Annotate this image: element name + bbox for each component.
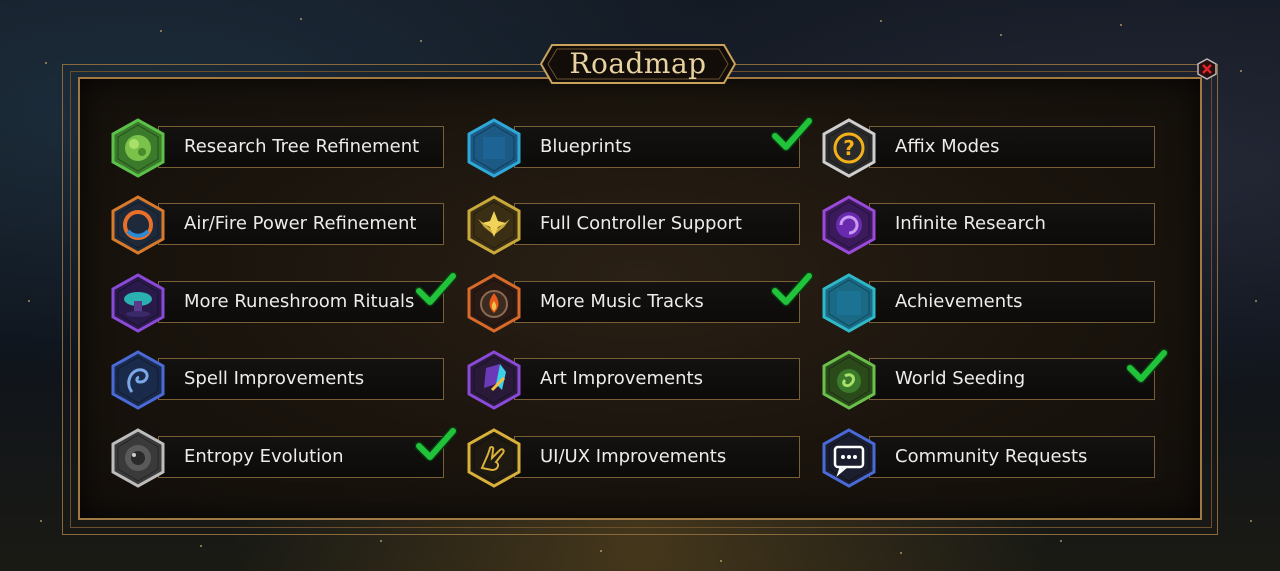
roadmap-item-label: More Music Tracks: [540, 291, 704, 312]
background-star: [160, 30, 162, 32]
roadmap-item[interactable]: Air/Fire Power Refinement: [110, 195, 450, 255]
background-star: [45, 62, 47, 64]
roadmap-item-label: Full Controller Support: [540, 213, 742, 234]
fire-ring-icon: [111, 195, 165, 255]
roadmap-item-label: World Seeding: [895, 368, 1026, 389]
roadmap-item-label: Blueprints: [540, 136, 632, 157]
svg-text:?: ?: [843, 136, 855, 160]
roadmap-screen: Roadmap Research Tree Refinement Blueprin…: [0, 0, 1280, 571]
roadmap-item[interactable]: Spell Improvements: [110, 350, 450, 410]
roadmap-item-label: UI/UX Improvements: [540, 446, 727, 467]
background-star: [380, 540, 382, 542]
hand-icon: [467, 428, 521, 488]
purple-vortex-icon: [822, 195, 876, 255]
roadmap-item[interactable]: Infinite Research: [821, 195, 1161, 255]
roadmap-item[interactable]: Art Improvements: [466, 350, 806, 410]
background-star: [420, 40, 422, 42]
background-star: [28, 300, 30, 302]
world-seed-icon: [822, 350, 876, 410]
roadmap-item-label: Art Improvements: [540, 368, 703, 389]
chat-bubble-icon: [822, 428, 876, 488]
background-star: [1255, 300, 1257, 302]
checkmark-icon: [1126, 348, 1168, 384]
background-star: [600, 550, 602, 552]
blueprint-icon: [467, 118, 521, 178]
background-star: [720, 560, 722, 562]
roadmap-item-label: Spell Improvements: [184, 368, 365, 389]
roadmap-item[interactable]: More Music Tracks: [466, 271, 813, 333]
roadmap-item-label: Infinite Research: [895, 213, 1046, 234]
background-star: [1240, 70, 1242, 72]
roadmap-item[interactable]: Full Controller Support: [466, 195, 806, 255]
roadmap-item[interactable]: ? Affix Modes: [821, 118, 1161, 178]
background-star: [40, 520, 42, 522]
roadmap-item[interactable]: World Seeding: [821, 348, 1168, 410]
page-title: Roadmap: [569, 47, 707, 80]
spiral-spell-icon: [111, 350, 165, 410]
flame-gear-icon: [467, 273, 521, 333]
checkmark-icon: [415, 426, 457, 462]
close-icon: [1197, 58, 1217, 80]
runeshroom-icon: [111, 273, 165, 333]
title-banner: Roadmap: [540, 44, 736, 84]
roadmap-item[interactable]: More Runeshroom Rituals: [110, 271, 457, 333]
entropy-icon: [111, 428, 165, 488]
roadmap-item-label: Research Tree Refinement: [184, 136, 420, 157]
green-seed-icon: [111, 118, 165, 178]
question-mark-icon: ?: [822, 118, 876, 178]
roadmap-item[interactable]: Achievements: [821, 273, 1161, 333]
roadmap-item-label: Air/Fire Power Refinement: [184, 213, 417, 234]
roadmap-item-label: Community Requests: [895, 446, 1088, 467]
background-star: [1250, 520, 1252, 522]
background-star: [1000, 34, 1002, 36]
roadmap-item-label: Achievements: [895, 291, 1023, 312]
checkmark-icon: [771, 116, 813, 152]
background-star: [200, 545, 202, 547]
background-star: [900, 552, 902, 554]
roadmap-item[interactable]: Blueprints: [466, 116, 813, 178]
achievement-icon: [822, 273, 876, 333]
roadmap-item[interactable]: Community Requests: [821, 428, 1161, 488]
background-star: [1060, 540, 1062, 542]
roadmap-item-label: Affix Modes: [895, 136, 1000, 157]
golden-wings-icon: [467, 195, 521, 255]
roadmap-item-label: Entropy Evolution: [184, 446, 344, 467]
background-star: [880, 20, 882, 22]
background-star: [1120, 24, 1122, 26]
background-star: [300, 18, 302, 20]
roadmap-item[interactable]: Entropy Evolution: [110, 426, 457, 488]
close-button[interactable]: [1196, 58, 1218, 80]
roadmap-item[interactable]: UI/UX Improvements: [466, 428, 806, 488]
checkmark-icon: [415, 271, 457, 307]
checkmark-icon: [771, 271, 813, 307]
roadmap-item[interactable]: Research Tree Refinement: [110, 118, 450, 178]
crystal-brush-icon: [467, 350, 521, 410]
roadmap-item-label: More Runeshroom Rituals: [184, 291, 415, 312]
